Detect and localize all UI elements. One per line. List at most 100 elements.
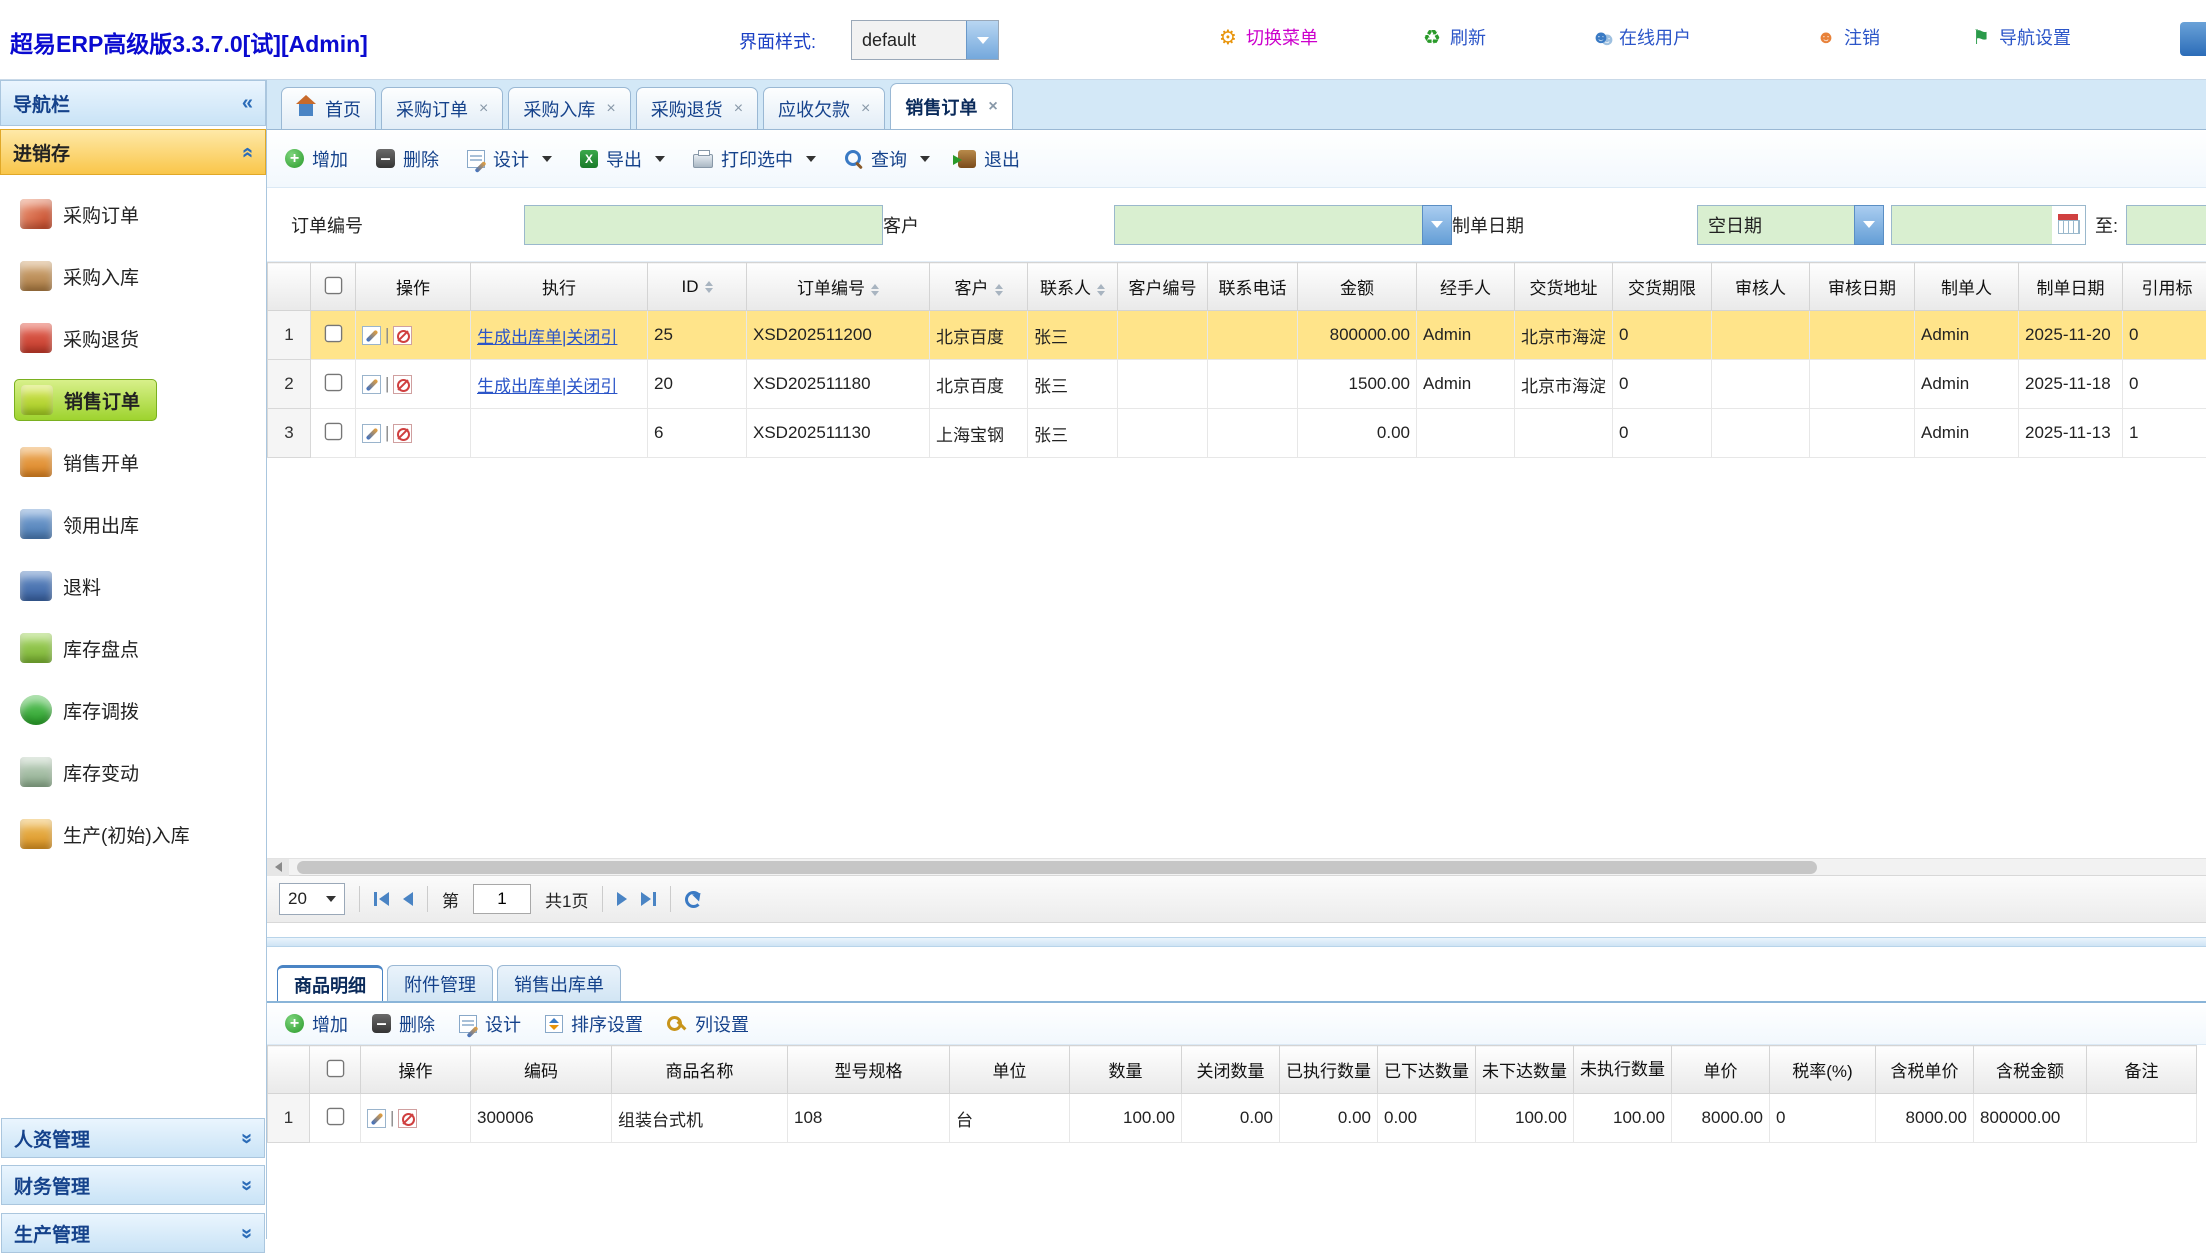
detail-design-button[interactable]: 设计	[459, 1011, 521, 1037]
date-from-input[interactable]	[1891, 205, 2052, 245]
col-id[interactable]: ID	[648, 263, 747, 311]
scroll-left-icon[interactable]	[267, 859, 289, 876]
refresh-icon[interactable]	[685, 891, 702, 908]
export-button[interactable]: 导出	[580, 146, 665, 172]
sidebar-item-requisition-out[interactable]: 领用出库	[0, 493, 266, 555]
tab-purchase-in[interactable]: 采购入库	[508, 87, 630, 129]
detail-delete-button[interactable]: 删除	[372, 1011, 435, 1037]
panel-splitter[interactable]	[267, 937, 2206, 947]
close-icon[interactable]	[861, 100, 870, 118]
tab-purchase-order[interactable]: 采购订单	[381, 87, 503, 129]
close-icon[interactable]	[479, 100, 488, 118]
chevron-down-icon[interactable]	[1854, 205, 1884, 245]
last-page-button[interactable]	[641, 892, 656, 906]
sidebar-item-stock-check[interactable]: 库存盘点	[0, 617, 266, 679]
close-icon[interactable]	[734, 100, 743, 118]
tab-attachments[interactable]: 附件管理	[387, 965, 493, 1001]
filter-bar: 订单编号 客户 制单日期 空日期 至:	[267, 188, 2206, 262]
nav-settings-link[interactable]: 导航设置	[1970, 24, 2071, 50]
logout-link[interactable]: 注销	[1815, 24, 1880, 50]
refresh-link[interactable]: 刷新	[1421, 24, 1486, 50]
edit-icon[interactable]	[362, 326, 381, 345]
customer-input[interactable]	[1114, 205, 1422, 245]
sidebar-section-hr[interactable]: 人资管理 «	[1, 1118, 265, 1158]
switch-menu-link[interactable]: 切换菜单	[1217, 24, 1318, 50]
table-row[interactable]: 2 生成出库单|关闭引 20 XSD202511180 北京百度 张三 1500…	[268, 360, 2206, 409]
search-button[interactable]: 查询	[844, 146, 930, 172]
sidebar-item-material-return[interactable]: 退料	[0, 555, 266, 617]
column-settings-button[interactable]: 列设置	[667, 1011, 749, 1037]
sidebar-item-stock-transfer[interactable]: 库存调拨	[0, 679, 266, 741]
online-users-link[interactable]: 在线用户	[1590, 24, 1691, 50]
delete-icon[interactable]	[393, 424, 412, 443]
print-selected-button[interactable]: 打印选中	[693, 146, 816, 172]
row-checkbox[interactable]	[324, 423, 342, 441]
edit-icon[interactable]	[362, 424, 381, 443]
page-number-input[interactable]	[473, 884, 531, 914]
scrollbar-thumb[interactable]	[297, 861, 1817, 874]
page-size-select[interactable]: 20	[279, 883, 345, 915]
order-no-input[interactable]	[524, 205, 883, 245]
horizontal-scrollbar[interactable]	[267, 858, 2206, 875]
table-row[interactable]: 1 300006 组装台式机 108 台 100.00 0.00 0.00 0.…	[268, 1094, 2197, 1143]
tab-home[interactable]: 首页	[281, 87, 376, 129]
collapse-icon[interactable]: «	[242, 92, 253, 115]
close-icon[interactable]	[988, 98, 997, 116]
ui-style-select[interactable]: default	[851, 20, 999, 60]
delete-icon[interactable]	[393, 375, 412, 394]
row-checkbox[interactable]	[324, 374, 342, 392]
sidebar-item-stock-change[interactable]: 库存变动	[0, 741, 266, 803]
row-checkbox[interactable]	[326, 1108, 344, 1126]
tab-product-detail[interactable]: 商品明细	[277, 965, 383, 1001]
add-button[interactable]: 增加	[285, 146, 348, 172]
delete-button[interactable]: 删除	[376, 146, 439, 172]
select-all-checkbox[interactable]	[326, 1059, 344, 1077]
edit-icon[interactable]	[362, 375, 381, 394]
sidebar-section-finance[interactable]: 财务管理 «	[1, 1165, 265, 1205]
sidebar-item-purchase-in[interactable]: 采购入库	[0, 245, 266, 307]
calendar-icon[interactable]	[2052, 205, 2086, 245]
col-qty: 数量	[1070, 1046, 1182, 1094]
sidebar-section-production[interactable]: 生产管理 «	[1, 1213, 265, 1253]
sidebar-item-production-in[interactable]: 生产(初始)入库	[0, 803, 266, 865]
sidebar-section-jinxiaocun[interactable]: 进销存 «	[0, 129, 266, 175]
col-customer[interactable]: 客户	[930, 263, 1028, 311]
detail-tab-bar: 商品明细 附件管理 销售出库单	[267, 961, 2206, 1003]
edit-icon[interactable]	[367, 1109, 386, 1128]
exit-button[interactable]: 退出	[958, 146, 1020, 172]
tab-sales-outbound[interactable]: 销售出库单	[497, 965, 621, 1001]
prev-page-button[interactable]	[403, 892, 413, 906]
date-from-picker[interactable]	[1891, 205, 2086, 245]
tab-purchase-return[interactable]: 采购退货	[636, 87, 758, 129]
sidebar-item-purchase-order[interactable]: 采购订单	[0, 183, 266, 245]
col-handler: 经手人	[1417, 263, 1515, 311]
sidebar-header[interactable]: 导航栏 «	[0, 80, 266, 126]
row-checkbox[interactable]	[324, 325, 342, 343]
tab-receivables[interactable]: 应收欠款	[763, 87, 885, 129]
close-icon[interactable]	[606, 100, 615, 118]
sidebar-item-purchase-return[interactable]: 采购退货	[0, 307, 266, 369]
generate-outbound-link[interactable]: 生成出库单|关闭引	[477, 377, 617, 396]
table-row[interactable]: 1 生成出库单|关闭引 25 XSD202511200 北京百度 张三 8000…	[268, 311, 2206, 360]
col-order-no[interactable]: 订单编号	[747, 263, 930, 311]
first-page-button[interactable]	[374, 892, 389, 906]
design-button[interactable]: 设计	[467, 146, 552, 172]
select-all-checkbox[interactable]	[324, 276, 342, 294]
date-preset-select[interactable]: 空日期	[1697, 205, 1884, 245]
tab-sales-order[interactable]: 销售订单	[890, 83, 1012, 129]
chevron-down-icon[interactable]	[1422, 205, 1452, 245]
sidebar-item-sales-billing[interactable]: 销售开单	[0, 431, 266, 493]
sidebar-item-sales-order[interactable]: 销售订单	[0, 369, 266, 431]
next-page-button[interactable]	[617, 892, 627, 906]
chevron-down-icon: «	[235, 1227, 258, 1238]
row-number: 3	[268, 409, 311, 458]
customer-combo[interactable]	[1114, 205, 1452, 245]
delete-icon[interactable]	[393, 326, 412, 345]
col-contact[interactable]: 联系人	[1028, 263, 1118, 311]
detail-add-button[interactable]: 增加	[285, 1011, 348, 1037]
generate-outbound-link[interactable]: 生成出库单|关闭引	[477, 328, 617, 347]
sort-settings-button[interactable]: 排序设置	[545, 1011, 643, 1037]
table-row[interactable]: 3 6 XSD202511130 上海宝钢 张三 0.00 0 Admin 20…	[268, 409, 2206, 458]
date-to-input[interactable]	[2126, 205, 2206, 245]
delete-icon[interactable]	[398, 1109, 417, 1128]
